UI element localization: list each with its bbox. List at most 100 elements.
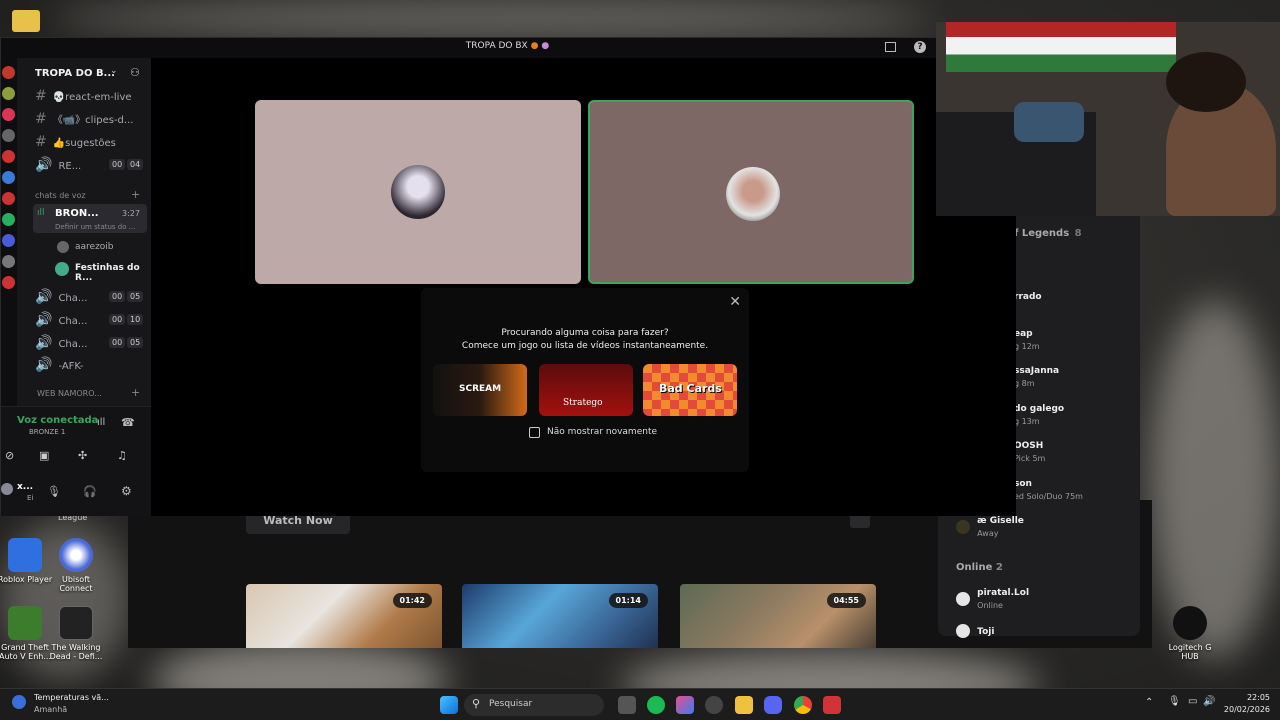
screen-share-icon[interactable]: ▣ xyxy=(39,449,49,462)
desktop-icon-ubisoft[interactable]: Ubisoft Connect xyxy=(46,538,106,593)
hair xyxy=(1166,52,1246,112)
headphones-icon[interactable]: 🎧 xyxy=(83,485,97,498)
roblox-icon xyxy=(8,538,42,572)
channel-sugestoes[interactable]: # 👍sugestões xyxy=(35,134,116,150)
server-icon[interactable] xyxy=(2,108,15,121)
friend-item[interactable]: eap g 12m xyxy=(1014,329,1040,351)
camera-off-icon[interactable]: ⊘ xyxy=(5,449,14,462)
username[interactable]: x... xyxy=(17,482,33,492)
microphone-icon[interactable]: 🎙 xyxy=(1168,696,1181,707)
server-icon[interactable] xyxy=(2,234,15,247)
server-icon[interactable] xyxy=(2,192,15,205)
friend-item[interactable]: do galego g 13m xyxy=(1014,404,1064,426)
server-icon[interactable] xyxy=(2,276,15,289)
prompt-line-1: Procurando alguma coisa para fazer? xyxy=(501,328,669,338)
server-icon[interactable] xyxy=(2,171,15,184)
add-member-icon[interactable]: ⚇ xyxy=(130,66,140,79)
windows-start-icon[interactable] xyxy=(440,696,458,714)
discord-window: TROPA DO BX ● ● ? TROPA DO B... ⌄ ⚇ # 💀re… xyxy=(0,37,1016,516)
friend-item[interactable]: son ed Solo/Duo 75m xyxy=(1014,479,1083,501)
video-thumbnail[interactable]: 01:14 xyxy=(462,584,658,648)
app-icon[interactable] xyxy=(705,696,723,714)
search-box[interactable]: ⚲ Pesquisar xyxy=(464,694,604,716)
add-channel-icon[interactable]: + xyxy=(131,386,140,399)
activities-icon[interactable]: ✣ xyxy=(78,449,87,462)
close-icon[interactable]: ✕ xyxy=(729,294,741,310)
prompt-line-2: Comece um jogo ou lista de vídeos instan… xyxy=(461,341,709,351)
friend-item[interactable]: æ Giselle Away xyxy=(956,516,1024,538)
chevron-down-icon[interactable]: ⌄ xyxy=(110,66,118,76)
voice-channel[interactable]: 🔊 Cha... xyxy=(35,312,87,328)
voice-channel-re[interactable]: 🔊 RE... xyxy=(35,157,81,173)
volume-icon[interactable]: 🔊 xyxy=(1203,696,1215,707)
game-card-bad-cards[interactable]: Bad Cards xyxy=(643,364,737,416)
server-icon[interactable] xyxy=(2,255,15,268)
chevron-up-icon[interactable]: ⌃ xyxy=(1145,697,1153,708)
participant-tile-speaking[interactable] xyxy=(588,100,914,284)
disconnect-icon[interactable]: ☎ xyxy=(121,416,135,429)
network-icon[interactable]: ▭ xyxy=(1188,696,1197,707)
noise-icon[interactable]: ıll xyxy=(97,417,105,428)
friend-item[interactable]: OOSH Pick 5m xyxy=(1014,441,1045,463)
category-voice[interactable]: chats de voz xyxy=(35,191,86,200)
server-icon[interactable] xyxy=(2,66,15,79)
help-icon[interactable]: ? xyxy=(914,41,926,53)
friends-group-header[interactable]: f Legends 8 xyxy=(1014,228,1082,239)
game-card-scream[interactable]: SCREAM xyxy=(433,364,527,416)
online-group-header[interactable]: Online 2 xyxy=(956,562,1003,573)
voice-member[interactable]: Festinhas do R... xyxy=(75,263,151,283)
voice-stage: ✕ Procurando alguma coisa para fazer? Co… xyxy=(151,58,1016,516)
voice-channel[interactable]: 🔊 Cha... xyxy=(35,289,87,305)
speaker-icon: 🔊 xyxy=(35,312,53,328)
server-icon[interactable] xyxy=(2,129,15,142)
server-icon[interactable] xyxy=(2,87,15,100)
file-explorer-icon[interactable] xyxy=(735,696,753,714)
channel-react[interactable]: # 💀react-em-live xyxy=(35,88,132,104)
folder-icon[interactable] xyxy=(12,10,40,32)
clock-time[interactable]: 22:05 xyxy=(1230,693,1270,702)
friend-item[interactable]: Toji xyxy=(956,624,994,638)
add-channel-icon[interactable]: + xyxy=(131,188,140,201)
avatar xyxy=(1,483,13,495)
channel-clipes[interactable]: # 《📹》clipes-d... xyxy=(35,111,133,127)
friend-item[interactable]: piratal.Lol Online xyxy=(956,588,1029,610)
desktop-icon-walking-dead[interactable]: The Walking Dead - Defi... xyxy=(46,606,106,661)
friend-item[interactable]: ssaJanna g 8m xyxy=(1014,366,1059,388)
chrome-icon[interactable] xyxy=(794,696,812,714)
copilot-icon[interactable] xyxy=(676,696,694,714)
screen-share-icon[interactable] xyxy=(885,42,896,52)
dont-show-checkbox[interactable] xyxy=(529,427,540,438)
spotify-icon[interactable] xyxy=(647,696,665,714)
ubisoft-icon xyxy=(59,538,93,572)
voice-channel-afk[interactable]: 🔊 -AFK- xyxy=(35,357,84,373)
game-card-stratego[interactable]: Stratego xyxy=(539,364,633,416)
avatar xyxy=(55,262,69,276)
speaker-icon: 🔊 xyxy=(35,357,53,373)
weather-icon[interactable] xyxy=(12,695,26,709)
gear-icon[interactable]: ⚙ xyxy=(121,484,132,498)
category-web-namoro[interactable]: WEB NAMORO... xyxy=(37,389,102,398)
microphone-icon[interactable]: 🎙 xyxy=(47,485,61,498)
voice-channel[interactable]: 🔊 Cha... xyxy=(35,335,87,351)
desktop-icon-logitech[interactable]: Logitech G HUB xyxy=(1160,606,1220,661)
weather-title[interactable]: Temperaturas vã... xyxy=(34,693,109,702)
discord-taskbar-icon[interactable] xyxy=(764,696,782,714)
avatar xyxy=(956,624,970,638)
voice-member[interactable]: aarezoib xyxy=(75,242,114,252)
wallpaper-highlight xyxy=(50,0,930,36)
task-view-icon[interactable] xyxy=(618,696,636,714)
participant-tile[interactable] xyxy=(255,100,581,284)
clock-date[interactable]: 20/02/2026 xyxy=(1222,705,1270,714)
speaker-icon: 🔊 xyxy=(35,157,53,173)
soundboard-icon[interactable]: ♫ xyxy=(117,449,127,462)
server-icon[interactable] xyxy=(2,213,15,226)
video-thumbnail[interactable]: 01:42 xyxy=(246,584,442,648)
title-bar: TROPA DO BX ● ● ? xyxy=(1,38,1014,58)
video-thumbnail[interactable]: 04:55 xyxy=(680,584,876,648)
server-name[interactable]: TROPA DO B... xyxy=(35,68,115,79)
voice-channel-name[interactable]: BRONZE 1 xyxy=(29,428,65,436)
friend-item[interactable]: rrado xyxy=(1014,292,1042,302)
server-icon[interactable] xyxy=(2,150,15,163)
riot-client-icon[interactable] xyxy=(823,696,841,714)
pillow xyxy=(1014,102,1084,142)
